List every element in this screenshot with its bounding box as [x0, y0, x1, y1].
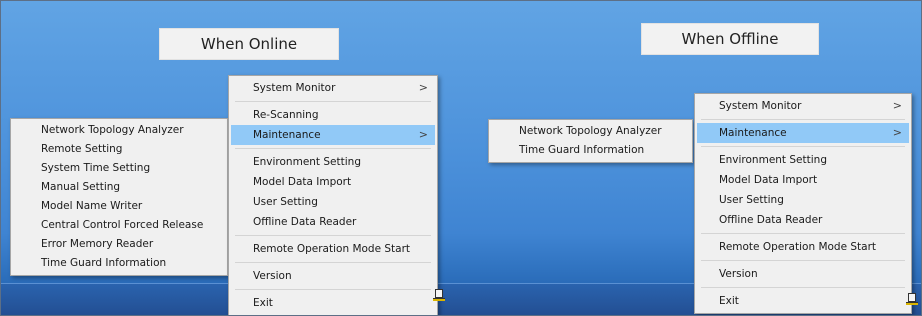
app-tray-icon[interactable] — [906, 293, 918, 305]
menu-separator — [235, 235, 431, 236]
menu-item-environment-setting[interactable]: Environment Setting — [697, 150, 909, 170]
menu-item-error-memory-reader[interactable]: Error Memory Reader — [13, 235, 225, 254]
menu-item-system-time-setting[interactable]: System Time Setting — [13, 159, 225, 178]
menu-separator — [701, 260, 905, 261]
menu-separator — [701, 119, 905, 120]
menu-item-label: Maintenance — [253, 129, 321, 141]
menu-item-time-guard-information[interactable]: Time Guard Information — [491, 141, 690, 160]
offline-context-menu: System Monitor > Maintenance > Environme… — [694, 93, 912, 314]
menu-item-remote-operation-mode-start[interactable]: Remote Operation Mode Start — [697, 237, 909, 257]
chevron-right-icon: > — [418, 81, 428, 94]
menu-separator — [235, 289, 431, 290]
online-context-menu: System Monitor > Re-Scanning Maintenance… — [228, 75, 438, 315]
menu-item-user-setting[interactable]: User Setting — [231, 192, 435, 212]
menu-item-central-control-forced-release[interactable]: Central Control Forced Release — [13, 216, 225, 235]
menu-item-environment-setting[interactable]: Environment Setting — [231, 152, 435, 172]
menu-separator — [235, 148, 431, 149]
menu-item-system-monitor[interactable]: System Monitor > — [697, 96, 909, 116]
menu-item-label: System Monitor — [719, 100, 802, 112]
menu-item-exit[interactable]: Exit — [697, 291, 909, 311]
menu-item-version[interactable]: Version — [697, 264, 909, 284]
menu-separator — [701, 146, 905, 147]
menu-item-label: System Monitor — [253, 82, 336, 94]
menu-item-time-guard-information[interactable]: Time Guard Information — [13, 254, 225, 273]
menu-item-model-data-import[interactable]: Model Data Import — [231, 172, 435, 192]
menu-item-offline-data-reader[interactable]: Offline Data Reader — [697, 210, 909, 230]
menu-item-model-name-writer[interactable]: Model Name Writer — [13, 197, 225, 216]
menu-item-system-monitor[interactable]: System Monitor > — [231, 78, 435, 98]
offline-maintenance-submenu: Network Topology Analyzer Time Guard Inf… — [488, 119, 693, 163]
menu-item-label: Maintenance — [719, 127, 787, 139]
menu-separator — [235, 101, 431, 102]
menu-separator — [701, 287, 905, 288]
caption-when-offline: When Offline — [641, 23, 819, 55]
menu-item-network-topology-analyzer[interactable]: Network Topology Analyzer — [491, 122, 690, 141]
menu-item-version[interactable]: Version — [231, 266, 435, 286]
menu-item-user-setting[interactable]: User Setting — [697, 190, 909, 210]
menu-item-remote-setting[interactable]: Remote Setting — [13, 140, 225, 159]
desktop-background: When Online When Offline Network Topolog… — [0, 0, 922, 316]
caption-when-online: When Online — [159, 28, 339, 60]
menu-item-model-data-import[interactable]: Model Data Import — [697, 170, 909, 190]
menu-item-network-topology-analyzer[interactable]: Network Topology Analyzer — [13, 121, 225, 140]
menu-item-re-scanning[interactable]: Re-Scanning — [231, 105, 435, 125]
menu-item-maintenance[interactable]: Maintenance > — [697, 123, 909, 143]
menu-separator — [235, 262, 431, 263]
app-tray-icon[interactable] — [433, 289, 445, 301]
menu-item-remote-operation-mode-start[interactable]: Remote Operation Mode Start — [231, 239, 435, 259]
menu-item-maintenance[interactable]: Maintenance > — [231, 125, 435, 145]
menu-item-manual-setting[interactable]: Manual Setting — [13, 178, 225, 197]
menu-item-offline-data-reader[interactable]: Offline Data Reader — [231, 212, 435, 232]
chevron-right-icon: > — [892, 99, 902, 112]
chevron-right-icon: > — [892, 126, 902, 139]
online-maintenance-submenu: Network Topology Analyzer Remote Setting… — [10, 118, 228, 276]
chevron-right-icon: > — [418, 128, 428, 141]
menu-item-exit[interactable]: Exit — [231, 293, 435, 313]
menu-separator — [701, 233, 905, 234]
